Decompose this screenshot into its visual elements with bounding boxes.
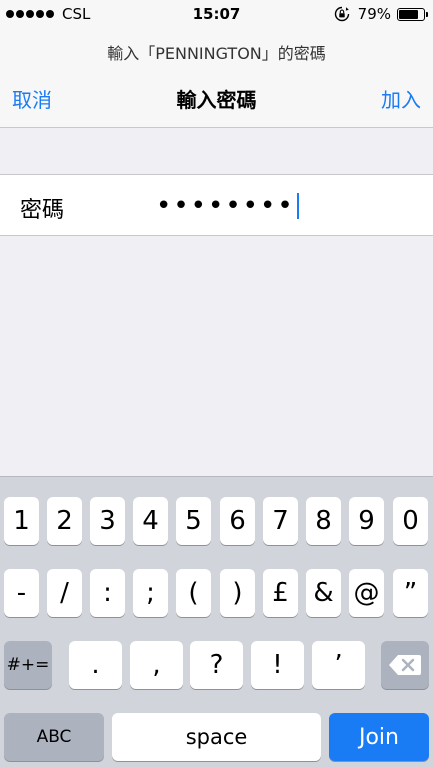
battery-tip [426,11,428,17]
nav-bar: 取消 輸入密碼 加入 [0,80,433,116]
password-row: 密碼 •••••••• [0,174,433,236]
join-key[interactable]: Join [329,713,429,761]
key-colon[interactable]: : [90,569,125,617]
key-8[interactable]: 8 [306,497,341,545]
password-value: •••••••• [156,191,295,221]
nav-title: 輸入密碼 [176,88,257,112]
password-prompt: 輸入「PENNINGTON」的密碼 [107,44,326,63]
status-bar: CSL 15:07 79% [0,0,433,28]
password-label: 密碼 [20,198,65,223]
key-slash[interactable]: / [47,569,82,617]
battery-percent: 79% [357,5,391,23]
key-question[interactable]: ? [190,641,243,689]
space-key[interactable]: space [112,713,321,761]
key-6[interactable]: 6 [220,497,255,545]
top-bar: CSL 15:07 79% 輸入「PENNINGTON」的密碼 取消 輸入密碼 … [0,0,433,128]
key-1[interactable]: 1 [4,497,39,545]
key-ampersand[interactable]: & [306,569,341,617]
key-close-paren[interactable]: ) [220,569,255,617]
join-button[interactable]: 加入 [381,84,421,113]
key-5[interactable]: 5 [176,497,211,545]
key-pound[interactable]: £ [263,569,298,617]
key-7[interactable]: 7 [263,497,298,545]
key-period[interactable]: . [69,641,122,689]
abc-key[interactable]: ABC [4,713,104,761]
key-hyphen[interactable]: - [4,569,39,617]
key-apostrophe[interactable]: ’ [312,641,365,689]
key-9[interactable]: 9 [349,497,384,545]
status-right: 79% [334,5,428,23]
key-at[interactable]: @ [349,569,384,617]
password-field[interactable]: •••••••• [156,189,416,223]
text-cursor [296,193,299,219]
key-semicolon[interactable]: ; [133,569,168,617]
battery-fill [399,9,418,19]
symbols-toggle-key[interactable]: #+= [4,641,52,689]
backspace-icon [389,655,421,675]
key-3[interactable]: 3 [90,497,125,545]
key-comma[interactable]: , [130,641,183,689]
key-exclamation[interactable]: ! [251,641,304,689]
backspace-key[interactable] [381,641,429,689]
rotation-lock-icon [334,6,349,22]
key-2[interactable]: 2 [47,497,82,545]
key-4[interactable]: 4 [133,497,168,545]
key-quote[interactable]: ” [393,569,428,617]
keyboard: 1 2 3 4 5 6 7 8 9 0 - / : ; ( ) £ & @ ” … [0,476,433,768]
key-open-paren[interactable]: ( [176,569,211,617]
battery-icon [397,7,428,21]
key-0[interactable]: 0 [393,497,428,545]
